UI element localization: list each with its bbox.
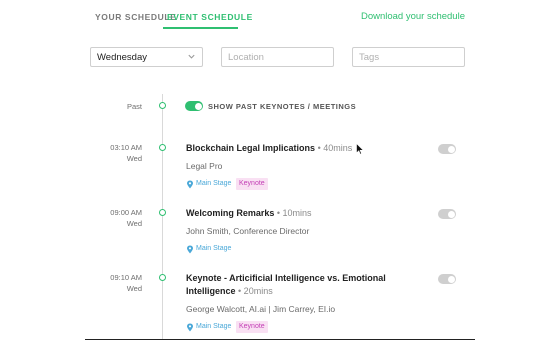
event-day: Wed	[126, 284, 142, 293]
event-tag[interactable]: Keynote	[236, 321, 268, 333]
event-title-line: Welcoming Remarks • 10mins	[186, 207, 426, 220]
toggle-knob	[194, 102, 202, 110]
event-time: 03:10 AM Wed	[110, 142, 142, 164]
tab-your-schedule[interactable]: YOUR SCHEDULE	[95, 12, 176, 22]
map-pin-icon	[187, 323, 193, 332]
show-past-label: SHOW PAST KEYNOTES / MEETINGS	[208, 102, 357, 111]
event-stage: Main Stage	[196, 180, 232, 187]
event-title: Keynote - Articificial Intelligence vs. …	[186, 273, 386, 296]
active-tab-indicator	[163, 27, 238, 29]
timeline-dot	[159, 274, 166, 281]
event-duration: • 40mins	[317, 143, 353, 153]
add-to-schedule-toggle[interactable]	[438, 274, 456, 284]
event-title: Blockchain Legal Implications	[186, 143, 316, 153]
past-label: Past	[126, 102, 142, 111]
event-item[interactable]: Keynote - Articificial Intelligence vs. …	[186, 272, 426, 334]
timeline-line	[162, 94, 163, 340]
tab-event-schedule[interactable]: EVENT SCHEDULE	[167, 12, 253, 22]
location-input[interactable]: Location	[221, 47, 334, 67]
event-title: Welcoming Remarks	[186, 208, 275, 218]
event-time: 09:00 AM Wed	[110, 207, 142, 229]
event-duration: • 20mins	[238, 286, 273, 296]
tags-placeholder: Tags	[359, 52, 380, 63]
event-title-line: Blockchain Legal Implications • 40mins	[186, 142, 426, 155]
chevron-down-icon	[188, 54, 195, 59]
timeline-dot	[159, 102, 166, 109]
event-speaker: John Smith, Conference Director	[186, 226, 310, 236]
event-stage: Main Stage	[196, 245, 232, 252]
day-select-value: Wednesday	[97, 52, 147, 63]
toggle-knob	[447, 275, 455, 283]
event-meta: Main Stage Keynote	[186, 178, 426, 191]
timeline-dot	[159, 209, 166, 216]
show-past-toggle[interactable]	[185, 101, 203, 111]
add-to-schedule-toggle[interactable]	[438, 144, 456, 154]
map-pin-icon	[187, 245, 193, 254]
map-pin-icon	[187, 180, 193, 189]
event-meta: Main Stage Keynote	[186, 321, 426, 334]
event-item[interactable]: Welcoming Remarks • 10mins John Smith, C…	[186, 207, 426, 256]
download-schedule-link[interactable]: Download your schedule	[361, 11, 465, 22]
event-time-value: 03:10 AM	[110, 143, 142, 152]
event-time: 09:10 AM Wed	[110, 272, 142, 294]
tags-input[interactable]: Tags	[352, 47, 465, 67]
timeline-dot	[159, 144, 166, 151]
filter-bar: Wednesday Location Tags	[0, 47, 560, 69]
event-stage: Main Stage	[196, 323, 232, 330]
event-day: Wed	[126, 219, 142, 228]
location-placeholder: Location	[228, 52, 264, 63]
toggle-knob	[447, 210, 455, 218]
event-title-line: Keynote - Articificial Intelligence vs. …	[186, 272, 426, 298]
add-to-schedule-toggle[interactable]	[438, 209, 456, 219]
toggle-knob	[447, 145, 455, 153]
mouse-cursor-icon	[356, 143, 364, 155]
day-select[interactable]: Wednesday	[90, 47, 203, 67]
event-time-value: 09:10 AM	[110, 273, 142, 282]
event-speaker: George Walcott, AI.ai | Jim Carrey, EI.i…	[186, 304, 336, 314]
event-meta: Main Stage	[186, 244, 426, 256]
event-tag[interactable]: Keynote	[236, 178, 268, 190]
event-speaker: Legal Pro	[186, 161, 223, 171]
event-day: Wed	[126, 154, 142, 163]
event-item[interactable]: Blockchain Legal Implications • 40mins L…	[186, 142, 426, 191]
event-time-value: 09:00 AM	[110, 208, 142, 217]
schedule-tabs: YOUR SCHEDULE EVENT SCHEDULE Download yo…	[0, 0, 560, 30]
event-duration: • 10mins	[276, 208, 312, 218]
